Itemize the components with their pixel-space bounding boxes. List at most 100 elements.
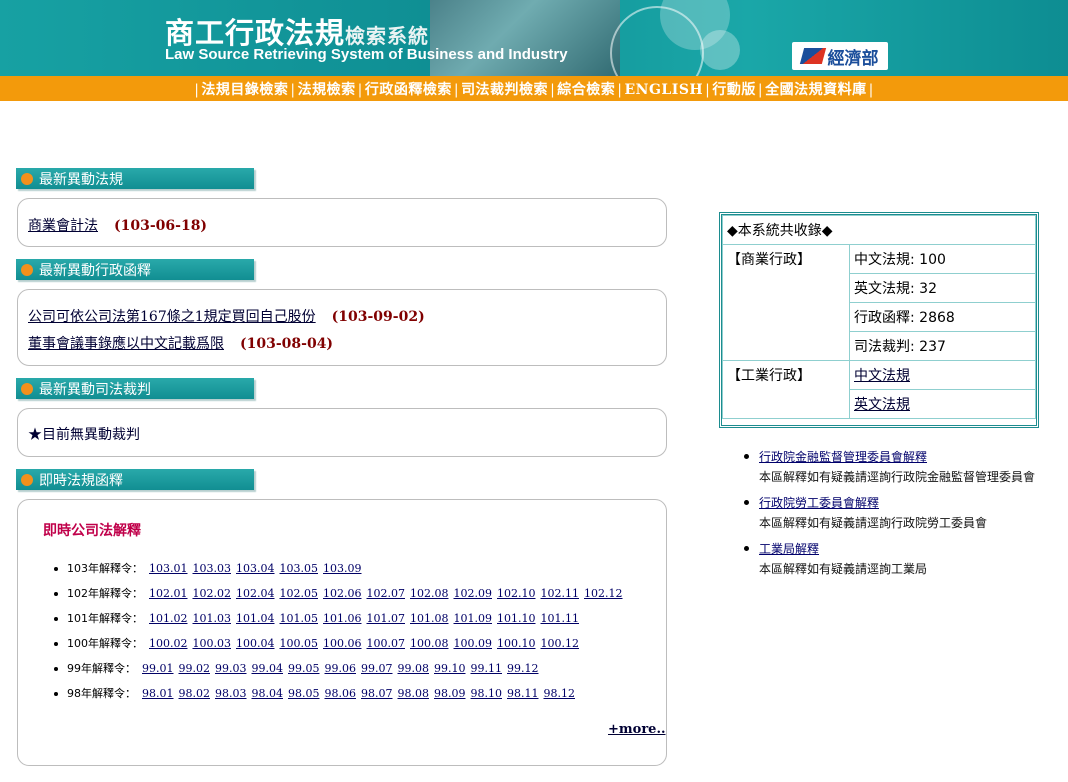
interpretation-link[interactable]: 98.12 xyxy=(544,687,576,700)
interpretation-link[interactable]: 101.10 xyxy=(497,612,536,625)
admin-box: 公司可依公司法第167條之1規定買回自己股份 (103-09-02) 董事會議事錄… xyxy=(17,289,667,366)
admin-link[interactable]: 公司可依公司法第167條之1規定買回自己股份 xyxy=(28,309,316,325)
law-link[interactable]: 商業會計法 xyxy=(28,218,98,234)
note-description: 本區解釋如有疑義請逕詢工業局 xyxy=(759,562,928,576)
admin-link[interactable]: 董事會議事錄應以中文記載爲限 xyxy=(28,336,224,352)
interpretation-link[interactable]: 98.05 xyxy=(288,687,320,700)
interpretation-link[interactable]: 101.06 xyxy=(323,612,362,625)
interpretation-link[interactable]: 103.05 xyxy=(280,562,319,575)
bullet-dot-icon xyxy=(21,172,33,185)
interpretation-link[interactable]: 103.09 xyxy=(323,562,362,575)
industry-chinese-link[interactable]: 中文法規 xyxy=(854,368,910,384)
nav-link[interactable]: 全國法規資料庫 xyxy=(765,82,867,98)
more-link[interactable]: +more.. xyxy=(608,722,666,737)
interpretation-link[interactable]: 99.08 xyxy=(398,662,430,675)
interpretation-link[interactable]: 103.01 xyxy=(149,562,188,575)
interpretation-link[interactable]: 100.08 xyxy=(410,637,449,650)
row-label: 103年解釋令： xyxy=(67,562,143,575)
interpretation-link[interactable]: 100.03 xyxy=(193,637,232,650)
nav-link[interactable]: 法規檢索 xyxy=(298,82,356,98)
interpretation-link[interactable]: 100.05 xyxy=(280,637,319,650)
interpretation-link[interactable]: 98.03 xyxy=(215,687,247,700)
interpretation-link[interactable]: 101.09 xyxy=(454,612,493,625)
interpretation-link[interactable]: 98.06 xyxy=(325,687,357,700)
laws-box: 商業會計法 (103-06-18) xyxy=(17,198,667,247)
nav-link[interactable]: 法規目錄檢索 xyxy=(201,82,288,98)
note-title: 行政院金融監督管理委員會解釋 xyxy=(759,448,1041,466)
interpretation-link[interactable]: 102.07 xyxy=(367,587,406,600)
interpretation-link[interactable]: 98.10 xyxy=(471,687,503,700)
interpretation-link[interactable]: 100.04 xyxy=(236,637,275,650)
stat-cell: 中文法規: 100 xyxy=(849,244,1036,274)
nav-links: | 法規目錄檢索 | 法規檢索 | 行政函釋檢索 | 司法裁判檢索 | 綜合檢索 | ENGLISH |… xyxy=(192,79,876,99)
interpretation-link[interactable]: 101.02 xyxy=(149,612,188,625)
interpretation-link[interactable]: 98.09 xyxy=(434,687,466,700)
nav-link[interactable]: ENGLISH xyxy=(625,82,704,98)
note-link[interactable]: 行政院勞工委員會解釋 xyxy=(759,496,879,510)
nav-separator: | xyxy=(757,81,764,98)
interpretation-link[interactable]: 98.04 xyxy=(252,687,284,700)
nav-link[interactable]: 行動版 xyxy=(712,82,756,98)
nav-link[interactable]: 綜合檢索 xyxy=(557,82,615,98)
interpretation-link[interactable]: 102.01 xyxy=(149,587,188,600)
interpretation-link[interactable]: 102.06 xyxy=(323,587,362,600)
interpretation-link[interactable]: 100.09 xyxy=(454,637,493,650)
interpretation-link[interactable]: 102.12 xyxy=(584,587,623,600)
interpretation-link[interactable]: 100.10 xyxy=(497,637,536,650)
interpretation-link[interactable]: 98.08 xyxy=(398,687,430,700)
interpretation-link[interactable]: 101.05 xyxy=(280,612,319,625)
interpretation-link[interactable]: 102.02 xyxy=(193,587,232,600)
interpretation-link[interactable]: 99.02 xyxy=(179,662,211,675)
interpretation-link[interactable]: 99.11 xyxy=(471,662,503,675)
industry-english-link[interactable]: 英文法規 xyxy=(854,397,910,413)
interpretation-link[interactable]: 99.01 xyxy=(142,662,174,675)
ministry-logo[interactable]: 經濟部 xyxy=(792,42,888,70)
interpretation-row: 99年解釋令： 99.01 99.02 99.03 99.04 99.05 99.06 99.… xyxy=(54,660,544,676)
nav-separator: | xyxy=(705,81,711,98)
interpretation-link[interactable]: 100.07 xyxy=(367,637,406,650)
interpretation-link[interactable]: 102.08 xyxy=(410,587,449,600)
interpretation-link[interactable]: 98.01 xyxy=(142,687,174,700)
interpretation-link[interactable]: 102.05 xyxy=(280,587,319,600)
nav-separator: | xyxy=(550,81,556,98)
interpretation-link[interactable]: 99.03 xyxy=(215,662,247,675)
interpretation-link[interactable]: 98.11 xyxy=(507,687,539,700)
interpretation-link[interactable]: 100.02 xyxy=(149,637,188,650)
interpretation-link[interactable]: 102.09 xyxy=(454,587,493,600)
interpretation-link[interactable]: 98.02 xyxy=(179,687,211,700)
interpretation-link[interactable]: 101.08 xyxy=(410,612,449,625)
interpretation-link[interactable]: 103.03 xyxy=(193,562,232,575)
interpretation-link[interactable]: 99.12 xyxy=(507,662,539,675)
interpretation-link[interactable]: 101.11 xyxy=(541,612,580,625)
instant-subtitle: 即時公司法解釋 xyxy=(43,523,141,539)
list-item: 董事會議事錄應以中文記載爲限 (103-08-04) xyxy=(28,333,333,353)
interpretation-link[interactable]: 99.04 xyxy=(252,662,284,675)
note-link[interactable]: 行政院金融監督管理委員會解釋 xyxy=(759,450,927,464)
nav-link[interactable]: 行政函釋檢索 xyxy=(365,82,452,98)
interpretation-link[interactable]: 102.10 xyxy=(497,587,536,600)
bullet-icon xyxy=(54,567,58,571)
interpretation-link[interactable]: 100.12 xyxy=(541,637,580,650)
bullet-icon xyxy=(54,592,58,596)
nav-separator: | xyxy=(290,81,296,98)
note-description: 本區解釋如有疑義請逕詢行政院勞工委員會 xyxy=(759,516,988,530)
interpretation-link[interactable]: 100.06 xyxy=(323,637,362,650)
interpretation-link[interactable]: 101.04 xyxy=(236,612,275,625)
banner-decoration xyxy=(700,30,740,70)
row-label: 99年解釋令： xyxy=(67,662,136,675)
note-link[interactable]: 工業局解釋 xyxy=(759,542,819,556)
interpretation-link[interactable]: 99.07 xyxy=(361,662,393,675)
section-header-admin: 最新異動行政函釋 xyxy=(16,259,254,280)
interpretation-link[interactable]: 98.07 xyxy=(361,687,393,700)
interpretation-link[interactable]: 99.05 xyxy=(288,662,320,675)
interpretation-link[interactable]: 103.04 xyxy=(236,562,275,575)
interpretation-link[interactable]: 99.06 xyxy=(325,662,357,675)
interpretation-link[interactable]: 101.07 xyxy=(367,612,406,625)
interpretation-link[interactable]: 102.04 xyxy=(236,587,275,600)
interpretation-link[interactable]: 99.10 xyxy=(434,662,466,675)
industry-label: 【工業行政】 xyxy=(722,360,850,419)
nav-link[interactable]: 司法裁判檢索 xyxy=(461,82,548,98)
interpretation-link[interactable]: 102.11 xyxy=(541,587,580,600)
row-label: 100年解釋令： xyxy=(67,637,143,650)
interpretation-link[interactable]: 101.03 xyxy=(193,612,232,625)
